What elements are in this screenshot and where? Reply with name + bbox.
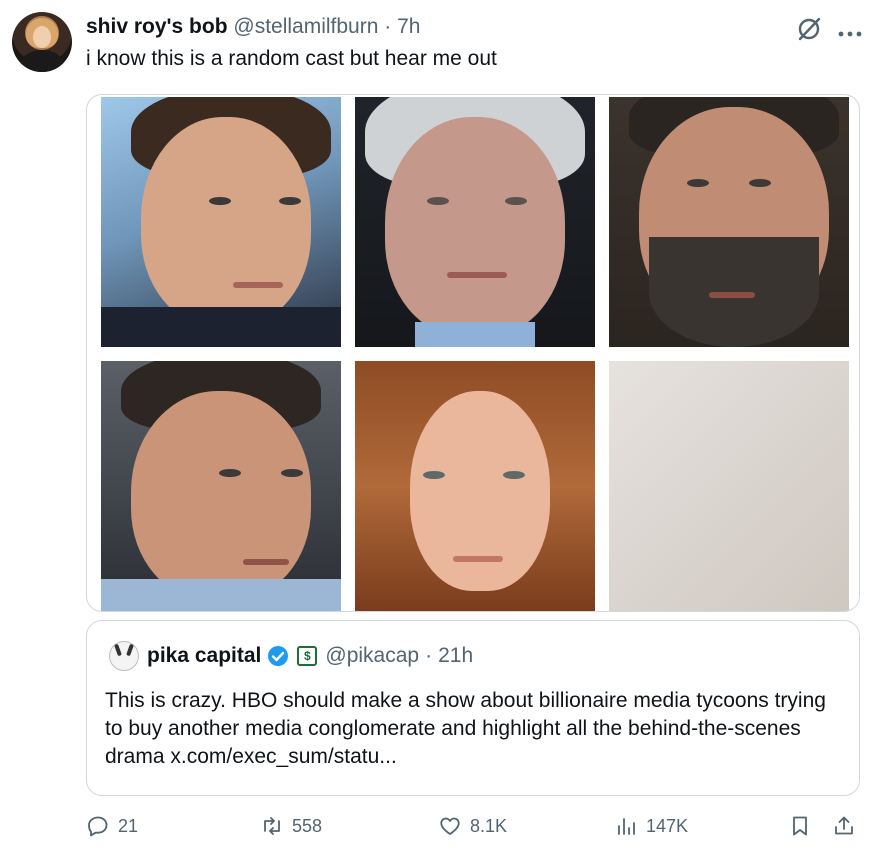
avatar-body xyxy=(20,50,64,72)
post-header: shiv roy's bob @stellamilfburn · 7h xyxy=(86,14,420,40)
avatar-face xyxy=(33,26,51,48)
reply-count: 21 xyxy=(118,815,139,836)
like-count: 8.1K xyxy=(470,815,508,836)
bookmark-button[interactable] xyxy=(788,814,812,838)
post-action-bar: 21 558 8.1K 147K xyxy=(86,814,860,846)
views-icon xyxy=(618,818,635,835)
affiliation-badge-icon[interactable]: $ xyxy=(297,646,318,666)
quoted-post[interactable]: pika capital $ @pikacap · 21h This is cr… xyxy=(86,620,860,796)
quoted-post-text: This is crazy. HBO should make a show ab… xyxy=(105,689,826,768)
repost-count: 558 xyxy=(292,815,323,836)
quoted-post-header: pika capital $ @pikacap · 21h xyxy=(147,643,473,669)
share-button[interactable] xyxy=(832,814,856,838)
author-avatar[interactable] xyxy=(12,12,72,72)
post-timestamp[interactable]: 7h xyxy=(397,15,420,38)
retweet-icon xyxy=(264,817,280,835)
header-separator: · xyxy=(384,15,392,38)
post-text: i know this is a random cast but hear me… xyxy=(86,47,497,70)
like-button[interactable]: 8.1K xyxy=(438,814,507,838)
author-name[interactable]: shiv roy's bob xyxy=(86,15,228,38)
author-handle[interactable]: @stellamilfburn xyxy=(233,15,378,38)
share-icon xyxy=(835,816,853,835)
view-count: 147K xyxy=(646,815,689,836)
reply-button[interactable]: 21 xyxy=(86,814,138,838)
quoted-author-avatar[interactable] xyxy=(109,641,139,671)
quoted-timestamp[interactable]: 21h xyxy=(438,643,473,669)
bookmark-icon xyxy=(793,816,807,836)
photo-blank[interactable] xyxy=(609,361,849,611)
photo-portrait-1[interactable] xyxy=(101,97,341,347)
quoted-author-name[interactable]: pika capital xyxy=(147,643,261,669)
photo-portrait-2[interactable] xyxy=(355,97,595,347)
heart-icon xyxy=(440,817,460,835)
post-top-actions xyxy=(796,16,862,46)
repost-button[interactable]: 558 xyxy=(260,814,322,838)
photo-portrait-3[interactable] xyxy=(609,97,849,347)
grok-icon[interactable] xyxy=(796,16,822,46)
views-button[interactable]: 147K xyxy=(614,814,688,838)
quoted-author-handle[interactable]: @pikacap xyxy=(325,643,419,669)
verified-badge-icon xyxy=(267,645,289,667)
photo-portrait-4[interactable] xyxy=(101,361,341,611)
media-grid[interactable] xyxy=(86,94,860,612)
photo-portrait-5[interactable] xyxy=(355,361,595,611)
more-icon[interactable] xyxy=(838,20,862,42)
reply-icon xyxy=(88,816,108,837)
quoted-header-separator: · xyxy=(425,644,433,667)
